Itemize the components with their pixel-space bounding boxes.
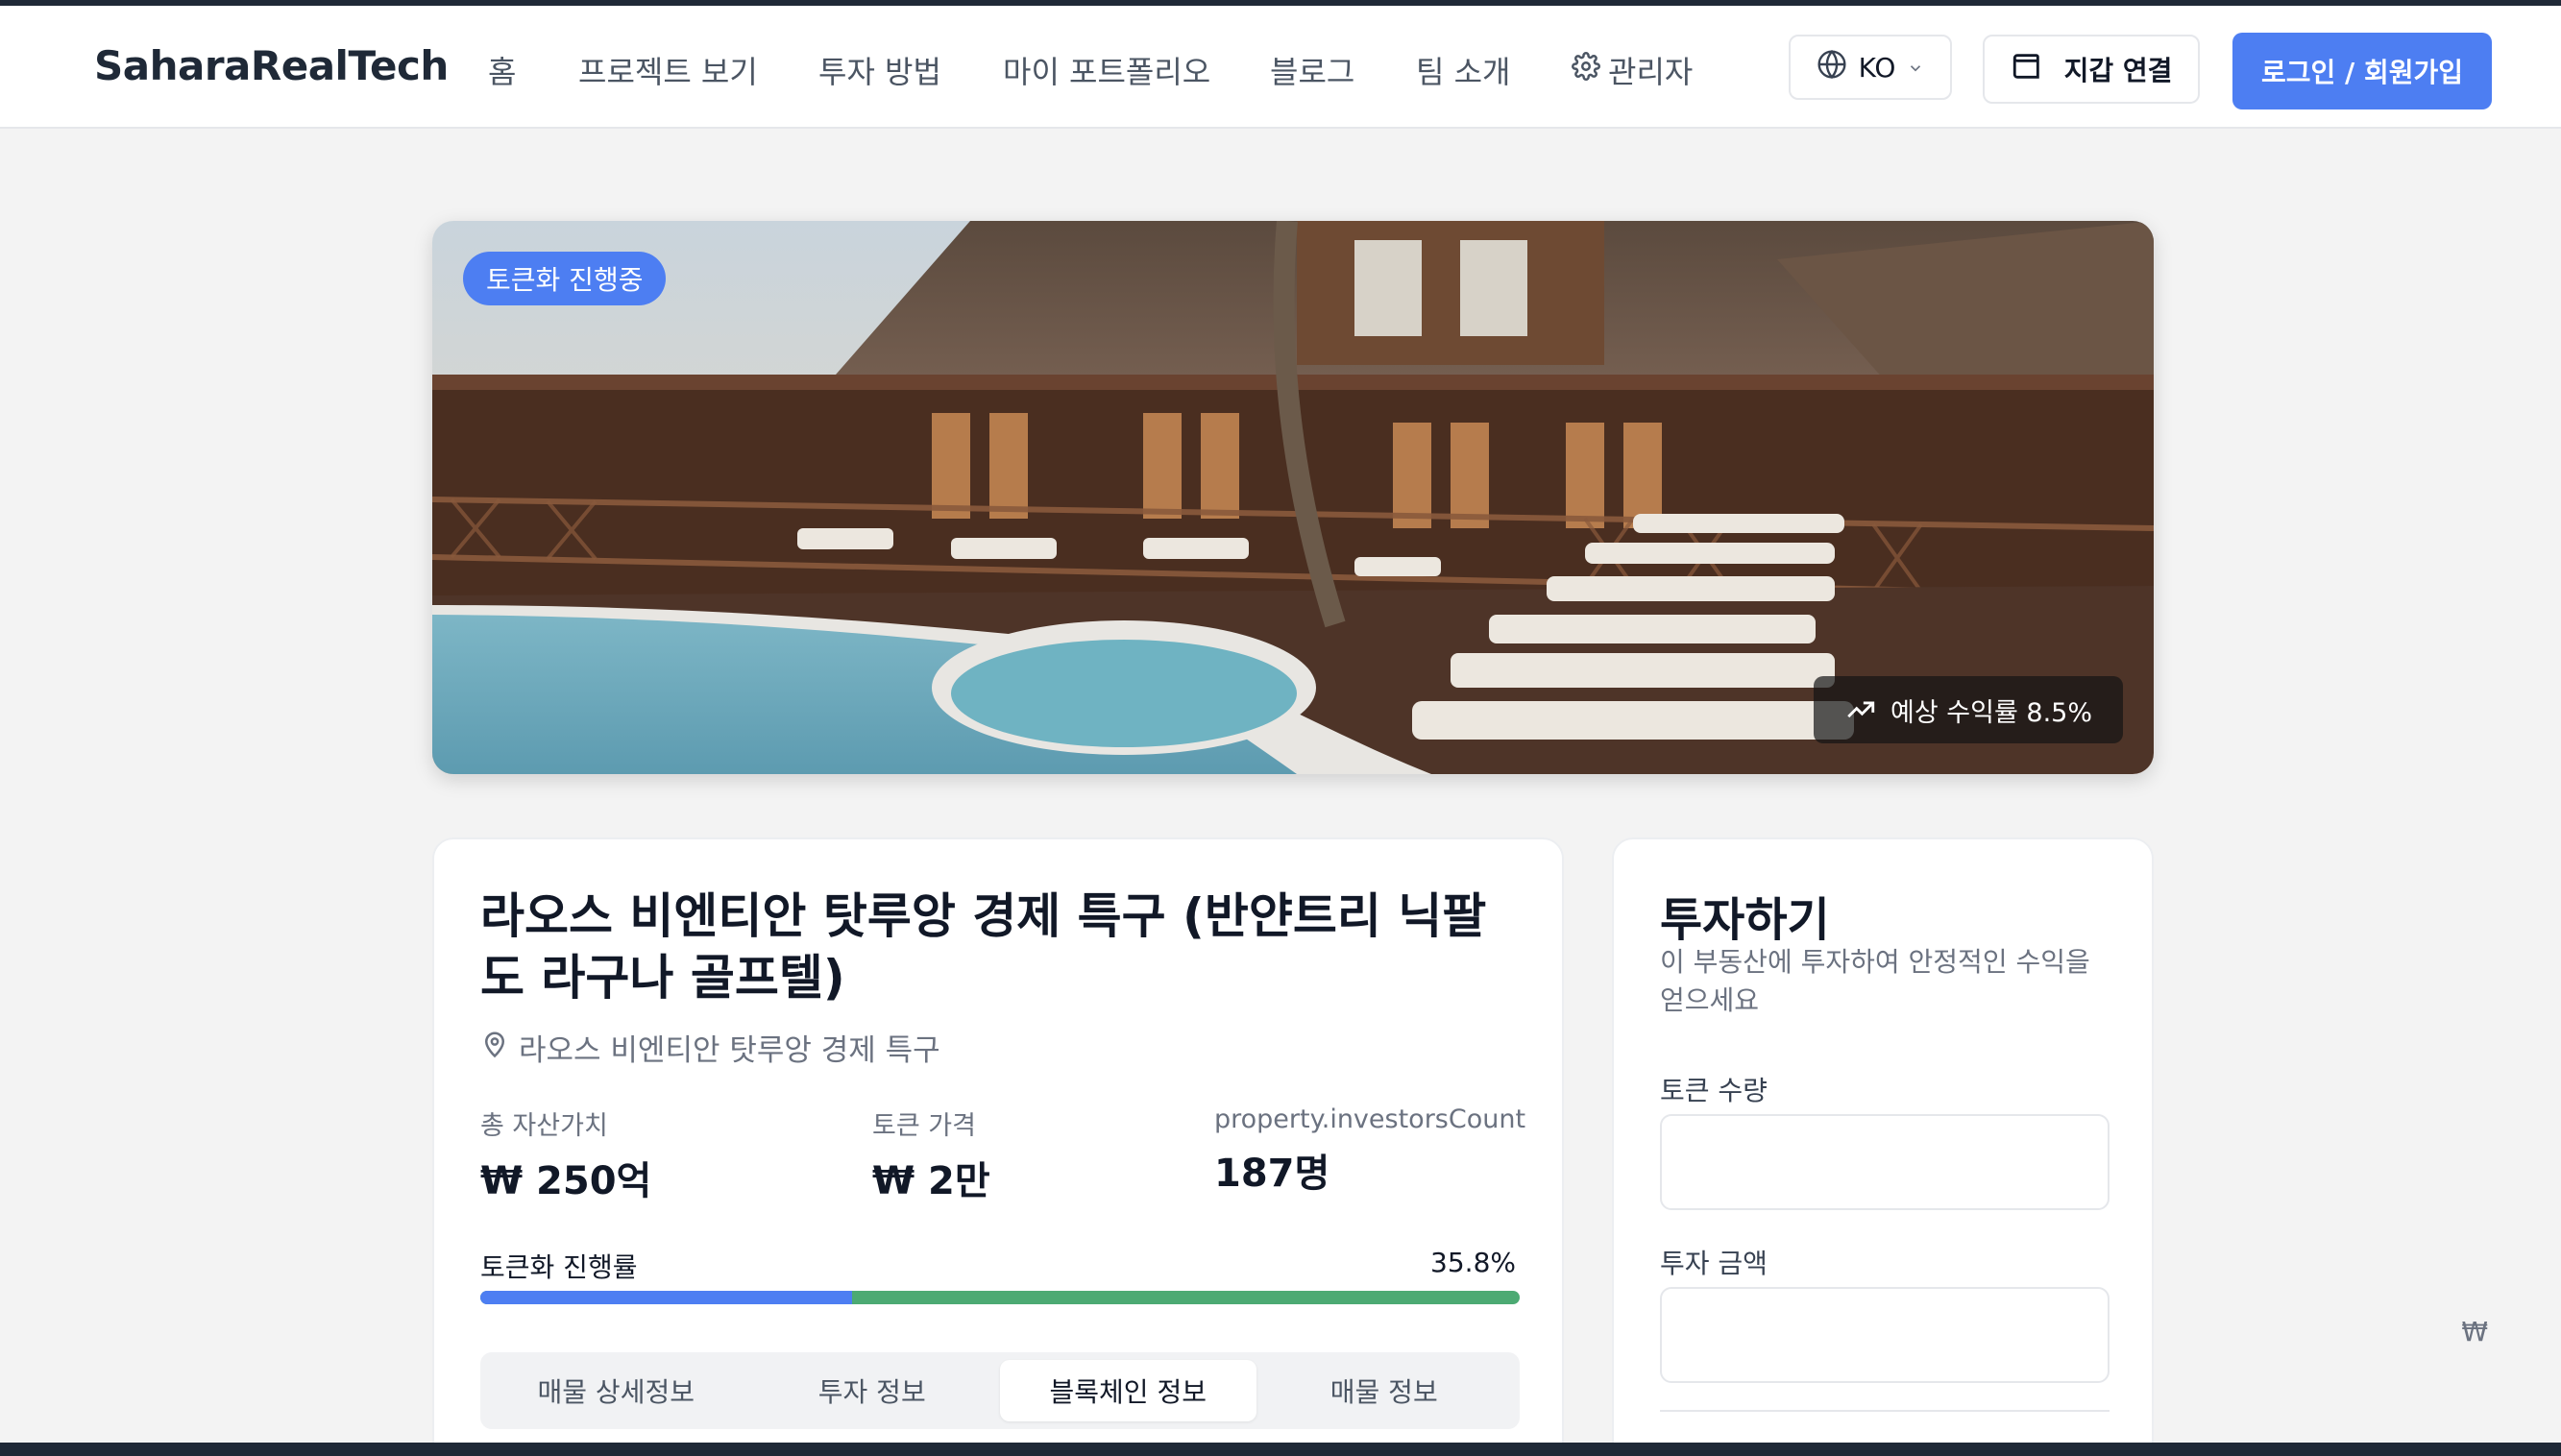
tokenization-status-badge: 토큰화 진행중 [463,252,667,305]
stat-token-price: 토큰 가격 ₩ 2만 [872,1104,990,1205]
property-tabs: 매물 상세정보 투자 정보 블록체인 정보 매물 정보 [480,1352,1520,1429]
tab-property-details[interactable]: 매물 상세정보 [488,1360,744,1421]
property-location: 라오스 비엔티안 탓루앙 경제 특구 [480,1026,940,1069]
stat-value: 187명 [1214,1152,1330,1196]
stat-total-asset-value: 총 자산가치 ₩ 250억 [480,1104,651,1205]
tokenization-progress-percent: 35.8% [1430,1247,1516,1278]
trending-up-icon [1844,693,1877,726]
nav-admin-label: 관리자 [1608,54,1694,90]
property-title: 라오스 비엔티안 탓루앙 경제 특구 (반얀트리 닉팔도 라구나 골프텔) [480,888,1487,1006]
stat-investors-count: property.investorsCount 187명 [1214,1104,1525,1198]
stat-value: ₩ 2만 [872,1159,990,1203]
connect-wallet-button[interactable]: 지갑 연결 [1983,35,2200,104]
nav-home[interactable]: 홈 [488,48,516,92]
invest-panel: 투자하기 이 부동산에 투자하여 안정적인 수익을 얻으세요 토큰 수량 투자 … [1612,837,2154,1456]
nav-team[interactable]: 팀 소개 [1416,48,1511,92]
invest-subtitle: 이 부동산에 투자하여 안정적인 수익을 얻으세요 [1660,946,2090,1016]
property-hero-image: 토큰화 진행중 예상 수익률 8.5% [432,221,2154,774]
property-details-card: 라오스 비엔티안 탓루앙 경제 특구 (반얀트리 닉팔도 라구나 골프텔) 라오… [432,837,1564,1456]
map-pin-icon [480,1030,509,1066]
tab-listing-info[interactable]: 매물 정보 [1256,1360,1513,1421]
stat-label: 토큰 가격 [872,1111,976,1141]
gear-icon [1572,52,1600,88]
expected-yield-badge: 예상 수익률 8.5% [1814,676,2123,743]
connect-wallet-label: 지갑 연결 [2063,55,2173,86]
login-signup-button[interactable]: 로그인 / 회원가입 [2232,33,2492,109]
expected-yield-text: 예상 수익률 8.5% [1890,697,2092,728]
property-location-text: 라오스 비엔티안 탓루앙 경제 특구 [519,1033,940,1068]
invest-divider [1660,1410,2110,1412]
nav-projects[interactable]: 프로젝트 보기 [578,48,758,92]
tab-blockchain-info[interactable]: 블록체인 정보 [1000,1360,1256,1421]
nav-my-portfolio[interactable]: 마이 포트폴리오 [1003,48,1210,92]
tab-investment-info[interactable]: 투자 정보 [744,1360,1001,1421]
stat-label: 총 자산가치 [480,1111,608,1141]
language-select[interactable]: KO [1789,35,1952,100]
site-header: SaharaRealTech 홈 프로젝트 보기 투자 방법 마이 포트폴리오 … [0,6,2561,129]
nav-how-to-invest[interactable]: 투자 방법 [818,48,941,92]
globe-icon [1817,49,1847,86]
stat-value: ₩ 250억 [480,1159,652,1203]
tokenization-progress-label: 토큰화 진행률 [480,1251,638,1283]
invest-title: 투자하기 [1660,893,1830,947]
nav-blog[interactable]: 블로그 [1270,48,1354,92]
investment-amount-input[interactable] [1660,1287,2110,1383]
chevron-down-icon [1907,52,1924,84]
language-label: KO [1858,51,1896,84]
stat-label: property.investorsCount [1214,1104,1526,1134]
tokenization-progress-bar [480,1291,1520,1304]
wallet-icon [2011,50,2043,89]
tokenization-progress-fill [480,1291,853,1304]
token-quantity-input[interactable] [1660,1114,2110,1210]
token-quantity-label: 토큰 수량 [1660,1075,1768,1106]
brand-logo[interactable]: SaharaRealTech [94,42,449,89]
nav-admin[interactable]: 관리자 [1572,48,1693,92]
bottom-edge-bar [0,1443,2561,1456]
currency-suffix: ₩ [2461,1316,2488,1347]
investment-amount-label: 투자 금액 [1660,1248,1768,1279]
